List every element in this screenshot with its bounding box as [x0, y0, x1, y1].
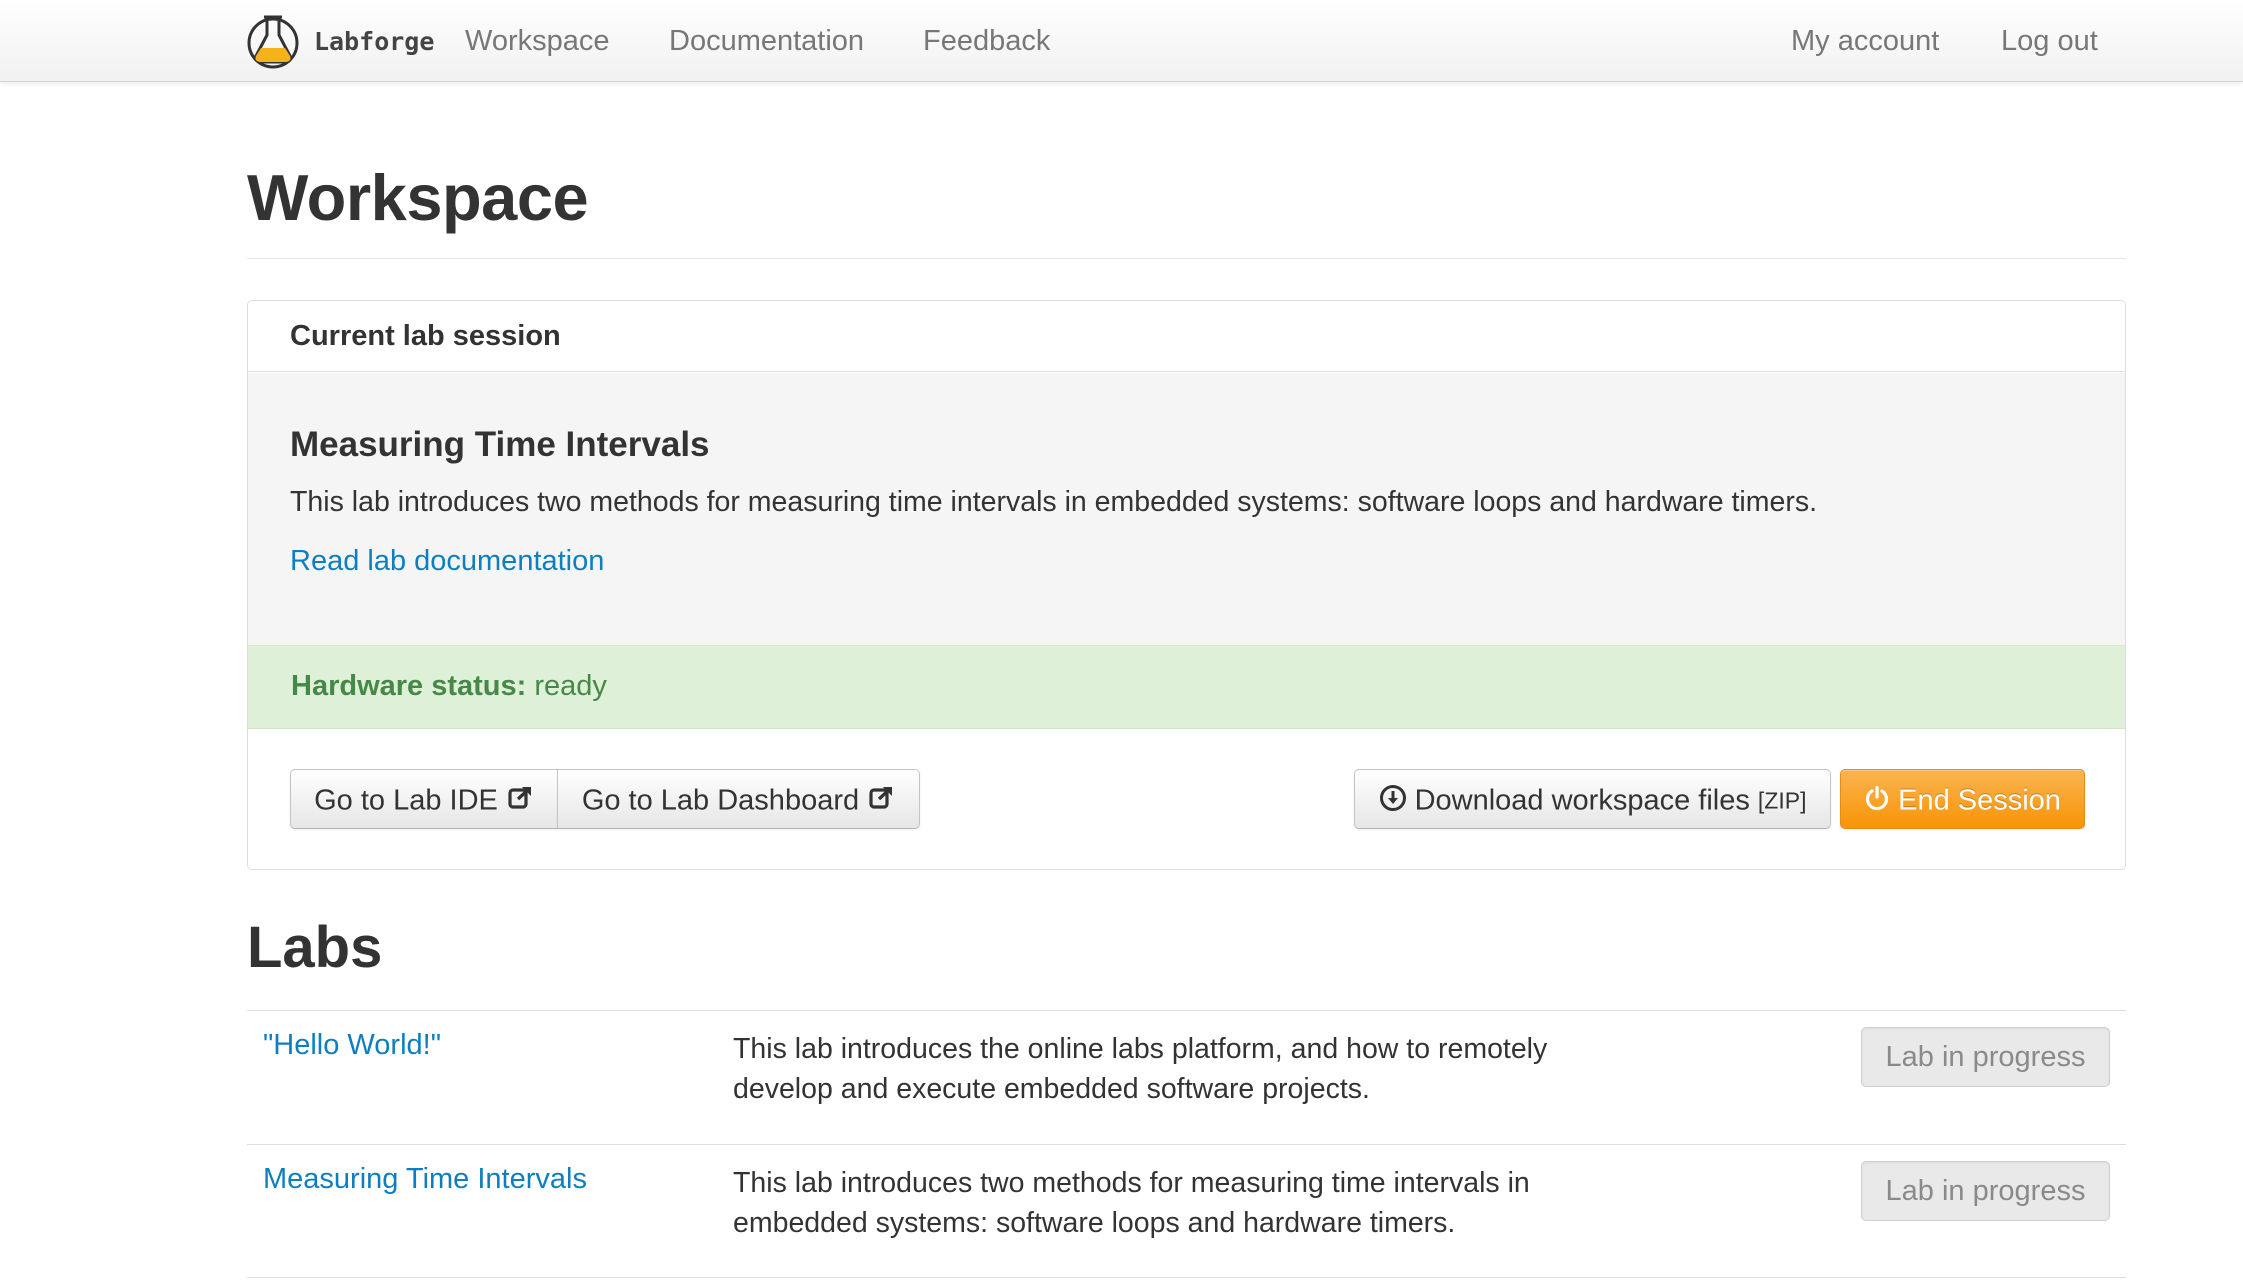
lab-name-link[interactable]: "Hello World!"	[263, 1029, 441, 1062]
external-link-icon	[869, 787, 893, 809]
brand-name: Labforge	[314, 26, 435, 56]
page-title-divider	[247, 258, 2126, 259]
hardware-status-label: Hardware status:	[291, 670, 527, 702]
go-to-lab-ide-label: Go to Lab IDE	[314, 784, 498, 817]
panel-heading: Current lab session	[248, 301, 2125, 372]
lab-row: "Hello World!" This lab introduces the o…	[247, 1010, 2126, 1144]
session-actions: Go to Lab IDE Go to Lab Dashboard Downlo…	[248, 729, 2125, 869]
end-session-button[interactable]: End Session	[1840, 769, 2085, 829]
hardware-status-value: ready	[534, 670, 607, 702]
lab-description: This lab introduces the online labs plat…	[733, 1029, 1613, 1109]
go-to-lab-dashboard-button[interactable]: Go to Lab Dashboard	[557, 769, 920, 829]
end-session-label: End Session	[1898, 784, 2061, 817]
lab-description-line: This lab introduces two methods for meas…	[733, 1167, 1530, 1199]
labs-section-title: Labs	[247, 915, 383, 980]
hardware-status-bar: Hardware status: ready	[248, 645, 2125, 729]
external-link-icon	[508, 787, 531, 809]
session-lab-title: Measuring Time Intervals	[290, 425, 710, 464]
download-workspace-button[interactable]: Download workspace files [ZIP]	[1354, 769, 1831, 829]
go-to-lab-ide-button[interactable]: Go to Lab IDE	[290, 769, 558, 829]
flask-logo-icon	[247, 15, 299, 69]
lab-row: Measuring Time Intervals This lab introd…	[247, 1144, 2126, 1278]
top-navbar: Labforge Workspace Documentation Feedbac…	[0, 0, 2243, 82]
nav-documentation[interactable]: Documentation	[669, 0, 864, 82]
nav-my-account[interactable]: My account	[1791, 0, 1939, 82]
lab-description-line: embedded systems: software loops and har…	[733, 1207, 1456, 1239]
read-lab-documentation-link[interactable]: Read lab documentation	[290, 545, 604, 578]
current-session-panel: Current lab session Measuring Time Inter…	[247, 300, 2126, 870]
brand-link[interactable]: Labforge	[246, 8, 434, 74]
nav-workspace[interactable]: Workspace	[465, 0, 610, 82]
nav-log-out[interactable]: Log out	[2001, 0, 2098, 82]
panel-heading-title: Current lab session	[290, 320, 561, 352]
session-lab-description: This lab introduces two methods for meas…	[290, 486, 1818, 518]
lab-name-link[interactable]: Measuring Time Intervals	[263, 1163, 587, 1196]
page-title: Workspace	[247, 161, 589, 234]
power-icon	[1865, 786, 1889, 811]
download-format-label: [ZIP]	[1757, 787, 1807, 814]
session-body: Measuring Time Intervals This lab introd…	[248, 373, 2125, 645]
download-workspace-label: Download workspace files	[1414, 784, 1750, 817]
lab-description: This lab introduces two methods for meas…	[733, 1163, 1613, 1243]
lab-in-progress-button[interactable]: Lab in progress	[1861, 1027, 2110, 1087]
download-circle-icon	[1379, 785, 1406, 812]
lab-in-progress-button[interactable]: Lab in progress	[1861, 1161, 2110, 1221]
lab-description-line: develop and execute embedded software pr…	[733, 1073, 1370, 1105]
go-to-lab-dashboard-label: Go to Lab Dashboard	[581, 784, 860, 817]
hardware-status: Hardware status: ready	[291, 670, 607, 703]
lab-description-line: This lab introduces the online labs plat…	[733, 1033, 1548, 1065]
nav-feedback[interactable]: Feedback	[923, 0, 1050, 82]
